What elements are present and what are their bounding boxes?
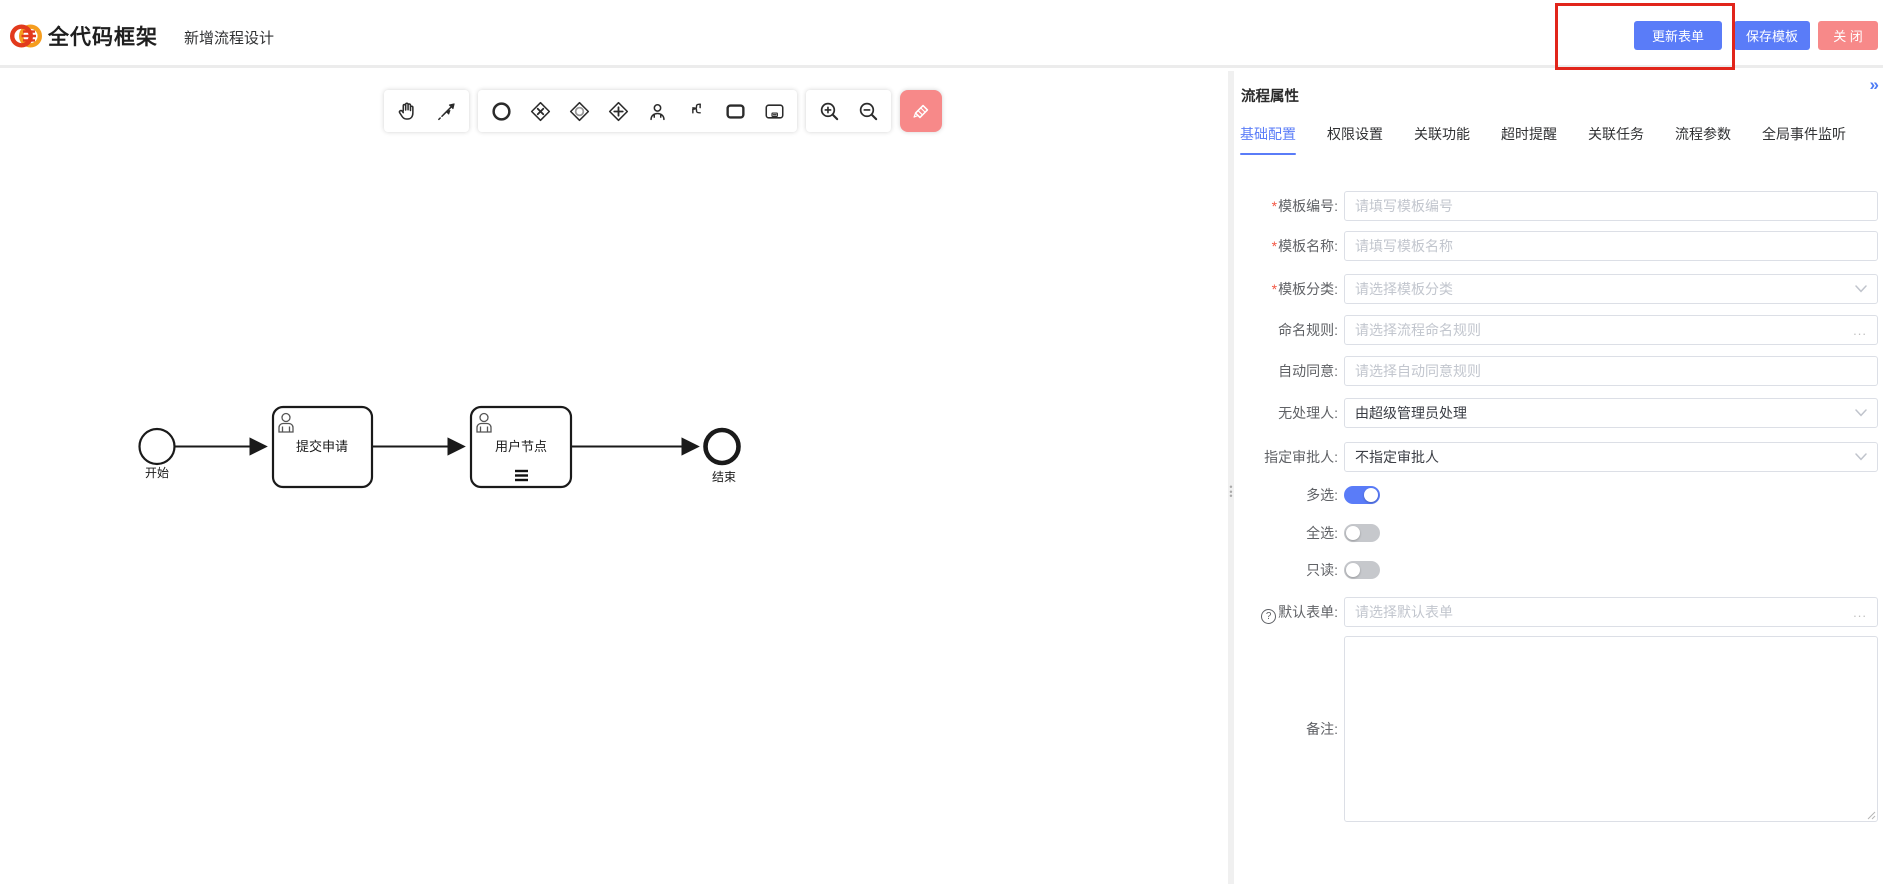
label-auto-agree: 自动同意: bbox=[1234, 356, 1338, 386]
task2-label: 用户节点 bbox=[495, 439, 547, 454]
form-row-remark: 备注: bbox=[1234, 636, 1883, 822]
no-handler-select[interactable]: 由超级管理员处理 bbox=[1344, 398, 1878, 428]
no-handler-value: 由超级管理员处理 bbox=[1355, 403, 1467, 423]
label-assign-approver: 指定审批人: bbox=[1234, 442, 1338, 472]
flow-designer-app: 全代码框架 新增流程设计 更新表单 保存模板 关 闭 开始 bbox=[0, 0, 1883, 884]
form-row-template-code: *模板编号: 请填写模板编号 bbox=[1234, 191, 1883, 221]
select-all-toggle[interactable] bbox=[1344, 524, 1380, 542]
start-event-label: 开始 bbox=[145, 466, 169, 480]
label-remark: 备注: bbox=[1234, 636, 1338, 822]
help-icon[interactable]: ? bbox=[1261, 609, 1276, 624]
naming-rule-placeholder: 请选择流程命名规则 bbox=[1355, 320, 1481, 340]
panel-resize-handle[interactable]: ••• bbox=[1229, 485, 1233, 499]
auto-agree-placeholder: 请选择自动同意规则 bbox=[1355, 361, 1481, 381]
chevron-down-icon bbox=[1855, 280, 1867, 298]
app-header: 全代码框架 新增流程设计 更新表单 保存模板 关 闭 bbox=[0, 0, 1883, 68]
start-event-node[interactable]: 开始 bbox=[140, 429, 175, 480]
template-code-input[interactable]: 请填写模板编号 bbox=[1344, 191, 1878, 221]
label-multi-select: 多选: bbox=[1234, 486, 1338, 504]
assign-approver-value: 不指定审批人 bbox=[1355, 447, 1439, 467]
required-asterisk: * bbox=[1272, 281, 1277, 297]
app-logo bbox=[9, 19, 43, 53]
task1-label: 提交申请 bbox=[296, 439, 348, 454]
form-row-default-form: ?默认表单:请选择默认表单... bbox=[1234, 597, 1883, 627]
close-button[interactable]: 关 闭 bbox=[1818, 21, 1878, 50]
toggle-knob bbox=[1364, 488, 1378, 502]
multi-select-toggle[interactable] bbox=[1344, 486, 1380, 504]
template-category-placeholder: 请选择模板分类 bbox=[1355, 279, 1453, 299]
end-event-label: 结束 bbox=[712, 470, 736, 484]
form-row-select-all: 全选: bbox=[1234, 524, 1883, 542]
brand-title: 全代码框架 bbox=[48, 21, 158, 51]
bpmn-canvas[interactable]: 开始 提交申请 用户节点 bbox=[0, 71, 1228, 884]
chevron-down-icon bbox=[1855, 404, 1867, 422]
template-name-placeholder: 请填写模板名称 bbox=[1355, 236, 1453, 256]
toggle-knob bbox=[1346, 563, 1360, 577]
template-name-input[interactable]: 请填写模板名称 bbox=[1344, 231, 1878, 261]
label-default-form: ?默认表单: bbox=[1234, 597, 1338, 627]
label-no-handler: 无处理人: bbox=[1234, 398, 1338, 428]
basic-config-form: *模板编号: 请填写模板编号 *模板名称: 请填写模板名称 *模板分类: 请选择模板分类命… bbox=[1234, 71, 1883, 884]
form-row-assign-approver: 指定审批人: 不指定审批人 bbox=[1234, 442, 1883, 472]
template-category-select[interactable]: 请选择模板分类 bbox=[1344, 274, 1878, 304]
remark-textarea[interactable] bbox=[1344, 636, 1878, 822]
default-form-input[interactable]: 请选择默认表单... bbox=[1344, 597, 1878, 627]
update-form-button[interactable]: 更新表单 bbox=[1634, 21, 1722, 50]
task-node-user[interactable]: 用户节点 bbox=[471, 407, 571, 487]
properties-panel: 流程属性 » 基础配置权限设置关联功能超时提醒关联任务流程参数全局事件监听 *模… bbox=[1234, 71, 1883, 884]
save-template-button[interactable]: 保存模板 bbox=[1734, 21, 1810, 50]
read-only-toggle[interactable] bbox=[1344, 561, 1380, 579]
naming-rule-input[interactable]: 请选择流程命名规则... bbox=[1344, 315, 1878, 345]
default-form-placeholder: 请选择默认表单 bbox=[1355, 602, 1453, 622]
label-read-only: 只读: bbox=[1234, 561, 1338, 579]
assign-approver-select[interactable]: 不指定审批人 bbox=[1344, 442, 1878, 472]
form-row-auto-agree: 自动同意: 请选择自动同意规则 bbox=[1234, 356, 1883, 386]
label-template-category: *模板分类: bbox=[1234, 274, 1338, 304]
label-select-all: 全选: bbox=[1234, 524, 1338, 542]
ellipsis-picker-icon[interactable]: ... bbox=[1853, 323, 1867, 338]
form-row-naming-rule: 命名规则:请选择流程命名规则... bbox=[1234, 315, 1883, 345]
form-row-no-handler: 无处理人: 由超级管理员处理 bbox=[1234, 398, 1883, 428]
task-node-submit[interactable]: 提交申请 bbox=[273, 407, 372, 487]
toggle-knob bbox=[1346, 526, 1360, 540]
form-row-template-name: *模板名称: 请填写模板名称 bbox=[1234, 231, 1883, 261]
end-event-node[interactable]: 结束 bbox=[706, 430, 739, 484]
template-code-placeholder: 请填写模板编号 bbox=[1355, 196, 1453, 216]
label-template-name: *模板名称: bbox=[1234, 231, 1338, 261]
page-title: 新增流程设计 bbox=[184, 27, 274, 48]
chevron-down-icon bbox=[1855, 448, 1867, 466]
label-naming-rule: 命名规则: bbox=[1234, 315, 1338, 345]
label-template-code: *模板编号: bbox=[1234, 191, 1338, 221]
required-asterisk: * bbox=[1272, 238, 1277, 254]
auto-agree-input[interactable]: 请选择自动同意规则 bbox=[1344, 356, 1878, 386]
ellipsis-picker-icon[interactable]: ... bbox=[1853, 605, 1867, 620]
form-row-read-only: 只读: bbox=[1234, 561, 1883, 579]
required-asterisk: * bbox=[1272, 198, 1277, 214]
form-row-template-category: *模板分类: 请选择模板分类 bbox=[1234, 274, 1883, 304]
resize-grip-icon[interactable] bbox=[1866, 810, 1876, 820]
bpmn-diagram: 开始 提交申请 用户节点 bbox=[0, 71, 1228, 884]
form-row-multi-select: 多选: bbox=[1234, 486, 1883, 504]
